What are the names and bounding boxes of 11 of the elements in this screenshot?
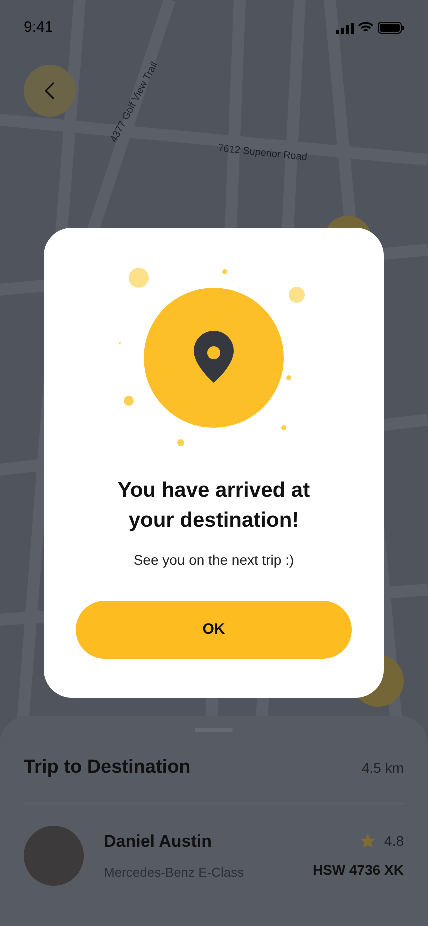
trip-title: Trip to Destination [24, 756, 191, 780]
rating: 4.8 [384, 832, 404, 850]
driver-name: Daniel Austin [104, 831, 213, 853]
street-label: 7612 Superior Road [217, 142, 308, 166]
status-time: 9:41 [24, 18, 54, 38]
trip-distance: 4.5 km [362, 758, 404, 778]
license-plate: HSW 4736 XK [312, 860, 404, 880]
street-label: 4377 Golf View Trail [108, 60, 162, 146]
ok-button[interactable]: OK [76, 601, 352, 659]
dialog-message: See you on the next trip :) [134, 551, 294, 570]
dialog-title: You have arrived at your destination! [116, 478, 312, 534]
